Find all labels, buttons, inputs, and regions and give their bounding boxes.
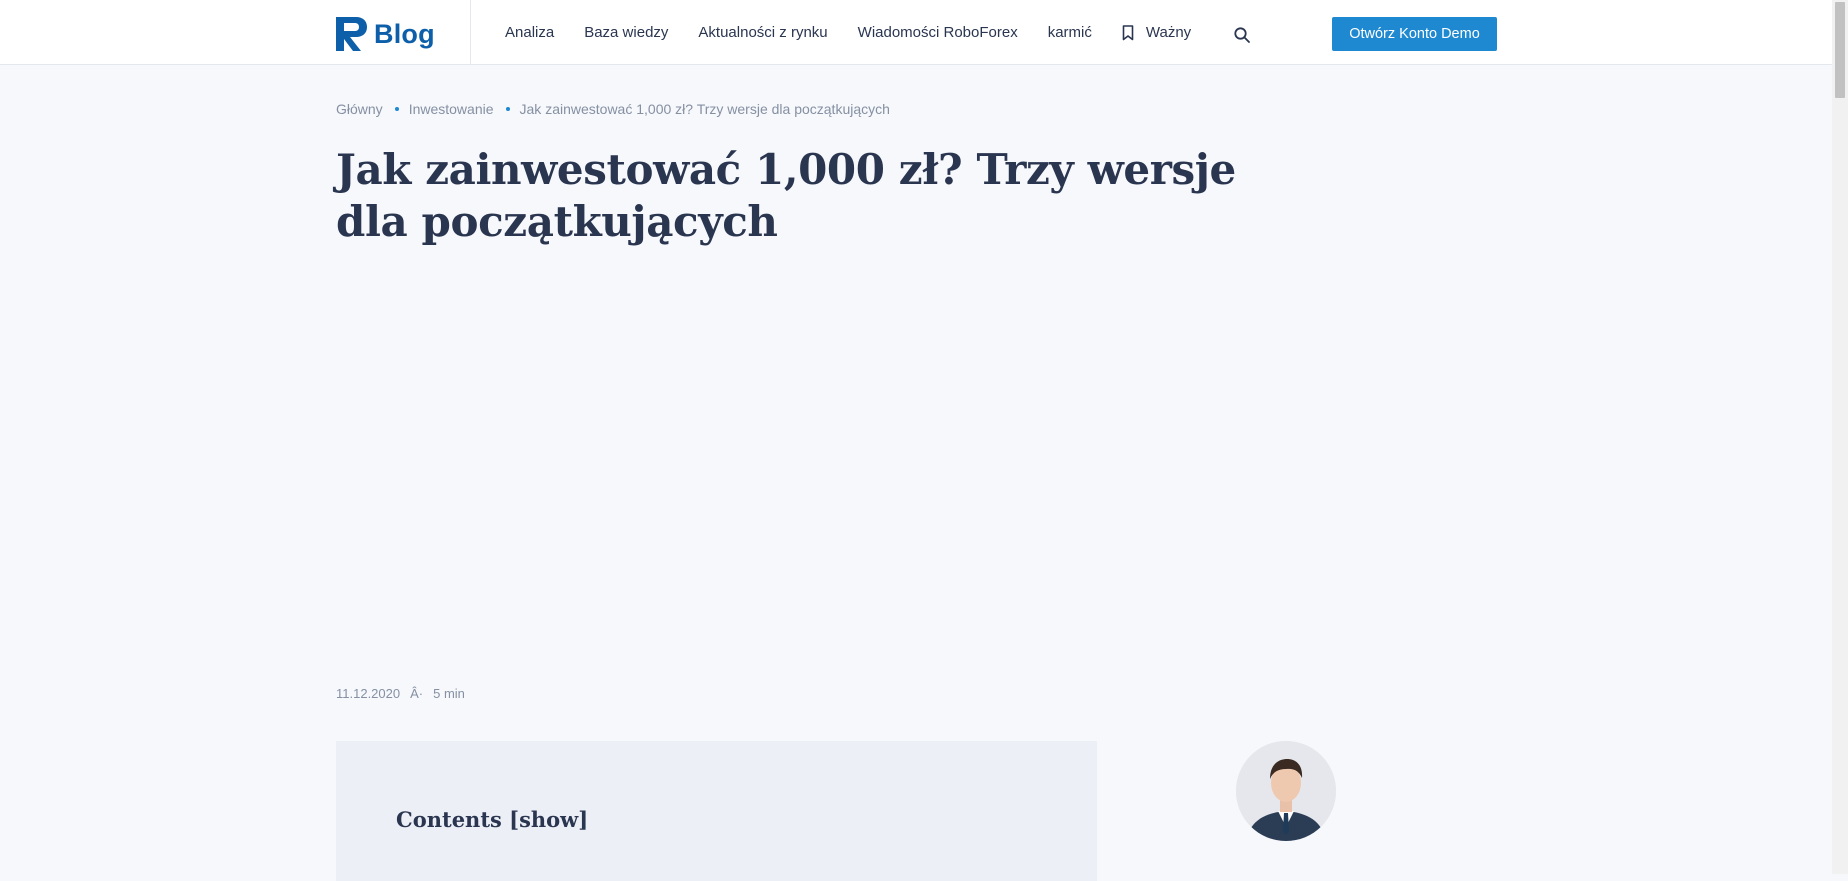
nav-label: Ważny [1145, 24, 1192, 41]
header-divider [470, 0, 471, 65]
nav-item-analiza[interactable]: Analiza [505, 24, 554, 41]
breadcrumb-home[interactable]: Główny [336, 101, 383, 117]
article-date: 11.12.2020 [336, 686, 401, 701]
page-scrollbar[interactable] [1832, 0, 1848, 874]
logo-text: Blog [374, 18, 435, 49]
nav-item-wazny[interactable]: Ważny [1122, 24, 1191, 41]
search-icon[interactable] [1233, 26, 1251, 44]
author-name [1250, 866, 1340, 876]
nav-item-karmic[interactable]: karmić [1048, 24, 1092, 41]
nav-item-baza-wiedzy[interactable]: Baza wiedzy [584, 24, 668, 41]
nav-label: Analiza [505, 24, 555, 41]
scrollbar-thumb[interactable] [1835, 2, 1845, 98]
nav-item-wiadomosci[interactable]: Wiadomości RoboForex [858, 24, 1018, 41]
author-photo [1236, 741, 1336, 841]
breadcrumb-separator [394, 107, 399, 111]
contents-toggle[interactable]: Contents [show] [396, 807, 588, 832]
bookmark-icon [1122, 24, 1134, 40]
open-demo-account-button[interactable]: Otwórz Konto Demo [1332, 17, 1497, 51]
blog-logo[interactable]: Blog [336, 17, 435, 51]
site-header: Blog Analiza Baza wiedzy Aktualności z r… [0, 0, 1832, 65]
nav-label: Aktualności z rynku [698, 24, 828, 41]
page-title: Jak zainwestować 1,000 zł? Trzy wersje d… [336, 145, 1236, 246]
nav-label: karmić [1047, 24, 1092, 41]
read-time: 5 min [433, 686, 465, 701]
breadcrumb-separator [505, 107, 510, 111]
author-avatar[interactable] [1236, 741, 1336, 841]
article-meta: 11.12.2020 Â· 5 min [336, 686, 465, 701]
table-of-contents: Contents [show] [336, 741, 1097, 881]
breadcrumb-current: Jak zainwestować 1,000 zł? Trzy wersje d… [519, 101, 890, 117]
breadcrumb-category[interactable]: Inwestowanie [409, 101, 494, 117]
nav-label: Baza wiedzy [584, 24, 669, 41]
nav-label: Wiadomości RoboForex [857, 24, 1018, 41]
breadcrumb: Główny Inwestowanie Jak zainwestować 1,0… [336, 101, 890, 117]
main-nav: Analiza Baza wiedzy Aktualności z rynku … [505, 0, 1221, 65]
roboforex-logo-icon [336, 17, 367, 51]
nav-item-aktualnosci[interactable]: Aktualności z rynku [698, 24, 827, 41]
meta-separator: Â· [410, 686, 424, 701]
